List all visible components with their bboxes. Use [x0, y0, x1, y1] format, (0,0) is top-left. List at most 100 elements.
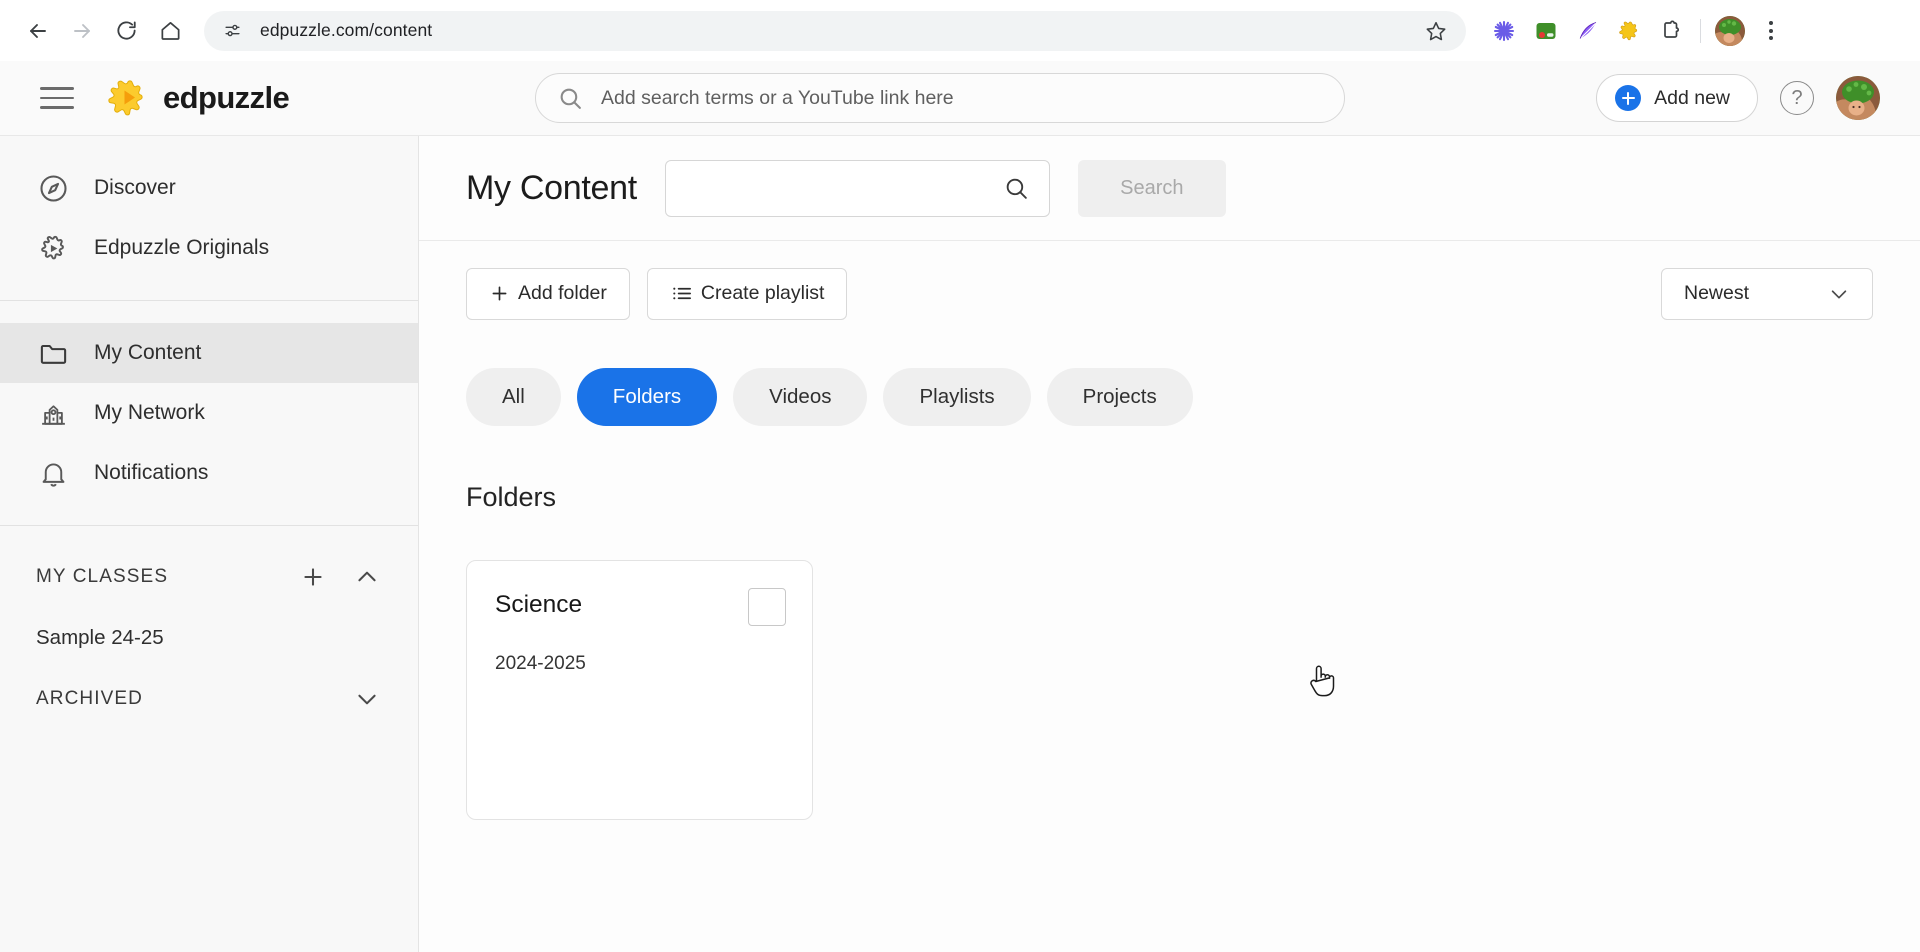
extensions-puzzle-icon[interactable]: [1658, 17, 1686, 45]
sidebar-item-label: Notifications: [94, 461, 209, 484]
sidebar-item-label: Discover: [94, 176, 176, 199]
my-classes-section-header: MY CLASSES: [0, 548, 418, 606]
compass-icon: [36, 171, 70, 205]
page-title: My Content: [466, 168, 637, 207]
chrome-profile-avatar[interactable]: [1715, 15, 1745, 46]
add-new-button[interactable]: Add new: [1596, 74, 1758, 122]
toolbar-divider: [1700, 18, 1701, 43]
chevron-down-icon: [358, 694, 376, 705]
user-avatar[interactable]: [1836, 76, 1880, 120]
site-settings-icon[interactable]: [218, 17, 246, 45]
sidebar-item-my-content[interactable]: My Content: [0, 323, 418, 383]
browser-toolbar: edpuzzle.com/content: [0, 0, 1920, 61]
folders-section-label: Folders: [466, 482, 557, 512]
sidebar-item-discover[interactable]: Discover: [0, 158, 418, 218]
main-content: My Content Search Add folder Create play…: [419, 136, 1920, 952]
sidebar-item-label: My Content: [94, 341, 202, 364]
add-class-button[interactable]: [298, 562, 328, 592]
filter-tab-all[interactable]: All: [466, 368, 561, 426]
arrow-left-icon: [30, 23, 46, 38]
sidebar-item-edpuzzle-originals[interactable]: Edpuzzle Originals: [0, 218, 418, 278]
bell-icon: [36, 456, 70, 490]
help-label: ?: [1791, 86, 1803, 109]
star-icon[interactable]: [1420, 15, 1452, 47]
add-folder-button[interactable]: Add folder: [466, 267, 630, 320]
search-button[interactable]: Search: [1077, 159, 1226, 217]
reload-icon: [116, 21, 136, 40]
filter-tab-projects[interactable]: Projects: [1046, 368, 1193, 426]
folder-select-checkbox[interactable]: [748, 588, 786, 626]
folder-subtitle: 2024-2025: [495, 653, 586, 674]
content-toolbar: Add folder Create playlist Newest: [419, 241, 1920, 346]
url-text: edpuzzle.com/content: [260, 20, 433, 40]
create-playlist-button[interactable]: Create playlist: [646, 267, 848, 320]
app-header: edpuzzle Add search terms or a YouTube l…: [0, 61, 1920, 136]
add-folder-label: Add folder: [518, 282, 607, 304]
filter-tab-videos[interactable]: Videos: [733, 368, 868, 426]
school-building-icon: [36, 396, 70, 430]
green-square-extension-icon[interactable]: [1532, 17, 1560, 45]
chevron-up-icon: [358, 571, 376, 582]
back-button[interactable]: [18, 11, 58, 51]
filter-tabs: All Folders Videos Playlists Projects: [419, 346, 1920, 426]
add-new-label: Add new: [1654, 86, 1730, 109]
address-bar[interactable]: edpuzzle.com/content: [204, 10, 1466, 51]
search-icon: [560, 88, 581, 109]
kebab-dot: [1769, 28, 1773, 33]
plus-icon: [492, 286, 507, 301]
sidebar-item-label: My Network: [94, 401, 205, 424]
edpuzzle-brand[interactable]: edpuzzle: [106, 76, 290, 120]
sidebar-item-label: Edpuzzle Originals: [94, 236, 270, 259]
global-search-placeholder: Add search terms or a YouTube link here: [601, 86, 954, 109]
feather-pen-extension-icon[interactable]: [1574, 17, 1602, 45]
asterisk-extension-icon[interactable]: [1490, 17, 1518, 45]
list-icon: [673, 287, 691, 300]
collapse-my-classes-button[interactable]: [352, 562, 382, 592]
sidebar-item-notifications[interactable]: Notifications: [0, 443, 418, 503]
filter-tab-playlists[interactable]: Playlists: [883, 368, 1031, 426]
hamburger-menu-icon[interactable]: [34, 75, 80, 121]
plus-icon: [304, 568, 322, 586]
archived-section-header[interactable]: ARCHIVED: [0, 670, 418, 728]
help-icon[interactable]: ?: [1780, 81, 1814, 115]
filter-tab-folders[interactable]: Folders: [576, 368, 718, 426]
forward-button[interactable]: [62, 11, 102, 51]
edpuzzle-puzzle-extension-icon[interactable]: [1616, 17, 1644, 45]
global-search-input[interactable]: Add search terms or a YouTube link here: [535, 73, 1345, 123]
brand-name: edpuzzle: [163, 80, 290, 115]
search-icon: [1006, 178, 1027, 199]
content-search-field[interactable]: [664, 159, 1050, 217]
archived-title: ARCHIVED: [36, 688, 143, 709]
content-search-input[interactable]: [685, 177, 1004, 199]
plus-circle-icon: [1615, 85, 1642, 111]
sidebar: Discover Edpuzzle Originals My Content M…: [0, 136, 419, 952]
sidebar-divider: [0, 525, 418, 526]
home-button[interactable]: [150, 11, 190, 51]
header-actions: Add new ?: [1596, 74, 1894, 122]
puzzle-piece-icon: [36, 231, 70, 265]
chevron-down-icon: [1831, 289, 1847, 298]
sort-value: Newest: [1684, 282, 1750, 304]
edpuzzle-logo-icon: [108, 80, 143, 116]
sidebar-class-item[interactable]: Sample 24-25: [0, 606, 418, 670]
kebab-dot: [1769, 36, 1773, 40]
expand-archived-button[interactable]: [352, 684, 382, 714]
browser-menu-button[interactable]: [1755, 13, 1787, 49]
page-body: Discover Edpuzzle Originals My Content M…: [0, 136, 1920, 952]
folder-card[interactable]: Science 2024-2025: [466, 560, 813, 820]
create-playlist-label: Create playlist: [700, 282, 825, 304]
my-classes-title: MY CLASSES: [36, 566, 169, 587]
sidebar-divider: [0, 300, 418, 301]
kebab-dot: [1769, 21, 1773, 25]
folder-icon: [36, 336, 70, 370]
class-label: Sample 24-25: [36, 626, 164, 649]
sidebar-item-my-network[interactable]: My Network: [0, 383, 418, 443]
extensions-area: [1490, 17, 1686, 45]
reload-button[interactable]: [106, 11, 146, 51]
folders-grid: Science 2024-2025: [419, 513, 1920, 820]
folder-title: Science: [495, 591, 583, 618]
sort-dropdown[interactable]: Newest: [1661, 267, 1873, 320]
content-header: My Content Search: [419, 136, 1920, 241]
home-icon: [160, 21, 180, 40]
arrow-right-icon: [74, 23, 90, 38]
